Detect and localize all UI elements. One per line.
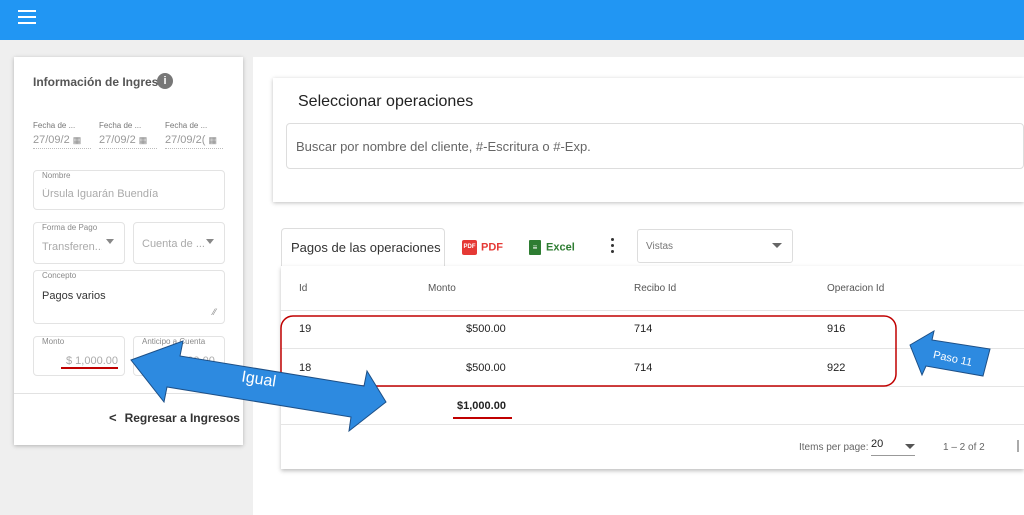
monto-field: Monto $ 1,000.00	[33, 336, 125, 376]
regresar-button[interactable]: < Regresar a Ingresos	[109, 410, 240, 425]
excel-label: Excel	[546, 241, 575, 254]
seleccionar-card: Seleccionar operaciones Buscar por nombr…	[273, 78, 1024, 202]
more-vert-icon[interactable]	[606, 238, 618, 256]
fecha-value: 27/09/2	[99, 134, 136, 146]
excel-icon: ≡	[529, 240, 541, 255]
ingreso-title: Información de Ingreso	[33, 75, 166, 89]
hamburger-menu-icon[interactable]	[18, 10, 36, 24]
row-divider	[281, 310, 1024, 311]
monto-label: Monto	[42, 337, 65, 346]
concepto-label: Concepto	[42, 271, 77, 280]
anticipo-value: 1,000.00	[172, 355, 215, 367]
monto-value: $ 1,000.00	[66, 355, 118, 367]
pdf-label: PDF	[481, 241, 503, 254]
column-header-recibo[interactable]: Recibo Id	[634, 283, 676, 294]
pdf-icon: PDF	[462, 240, 477, 255]
chevron-left-icon: <	[109, 410, 117, 425]
fecha-value: 27/09/2	[33, 134, 70, 146]
nombre-field[interactable]: Nombre Úrsula Iguarán Buendía	[33, 170, 225, 210]
dropdown-arrow-icon	[905, 444, 915, 449]
table-cell-operacion: 922	[827, 362, 846, 374]
regresar-label: Regresar a Ingresos	[124, 411, 240, 425]
fecha-field-1[interactable]: Fecha de ... 27/09/2 ▦	[33, 121, 91, 151]
divider	[14, 393, 243, 394]
fecha-field-3[interactable]: Fecha de ... 27/09/2( ▦	[165, 121, 223, 151]
table-cell-recibo: 714	[634, 323, 653, 335]
dropdown-arrow-icon	[772, 243, 782, 248]
row-divider	[281, 424, 1024, 425]
fecha-label: Fecha de ...	[165, 121, 208, 130]
first-page-icon[interactable]	[1017, 440, 1019, 452]
calendar-icon[interactable]: ▦	[139, 135, 148, 145]
concepto-field[interactable]: Concepto Pagos varios ⁄⁄	[33, 270, 225, 324]
forma-pago-label: Forma de Pago	[42, 223, 98, 232]
items-per-page-label: Items per page:	[799, 442, 869, 453]
fecha-label: Fecha de ...	[33, 121, 76, 130]
excel-button[interactable]: ≡ Excel	[529, 240, 575, 255]
table-cell-id: 18	[299, 362, 312, 374]
forma-pago-select[interactable]: Forma de Pago Transferen...	[33, 222, 125, 264]
search-input[interactable]: Buscar por nombre del cliente, #-Escritu…	[286, 123, 1024, 169]
seleccionar-title: Seleccionar operaciones	[298, 93, 474, 110]
vistas-select[interactable]: Vistas	[637, 229, 793, 263]
calendar-icon[interactable]: ▦	[73, 135, 82, 145]
nombre-value: Úrsula Iguarán Buendía	[42, 188, 159, 200]
pdf-button[interactable]: PDF PDF	[462, 240, 503, 255]
column-header-id[interactable]: Id	[299, 283, 307, 294]
row-divider	[281, 348, 1024, 349]
row-divider	[281, 386, 1024, 387]
pagos-table: Id Monto Recibo Id Operacion Id 19 $500.…	[281, 266, 1024, 469]
total-amount: $1,000.00	[457, 400, 506, 412]
concepto-value: Pagos varios	[42, 290, 106, 302]
forma-pago-value: Transferen...	[42, 241, 102, 253]
items-per-page-value: 20	[871, 438, 884, 450]
cuenta-value: Cuenta de ...	[142, 238, 205, 250]
search-placeholder: Buscar por nombre del cliente, #-Escritu…	[296, 139, 591, 154]
anticipo-label: Anticipo a Cuenta	[142, 337, 206, 346]
fecha-value: 27/09/2(	[165, 134, 206, 146]
table-cell-id: 19	[299, 323, 312, 335]
table-cell-monto: $500.00	[466, 323, 506, 335]
tab-pagos-operaciones[interactable]: Pagos de las operaciones	[281, 228, 445, 266]
dropdown-arrow-icon	[206, 239, 214, 244]
cuenta-select[interactable]: Cuenta de ...	[133, 222, 225, 264]
fecha-field-2[interactable]: Fecha de ... 27/09/2 ▦	[99, 121, 157, 151]
table-cell-monto: $500.00	[466, 362, 506, 374]
calendar-icon[interactable]: ▦	[208, 135, 217, 145]
table-cell-recibo: 714	[634, 362, 653, 374]
table-cell-operacion: 916	[827, 323, 846, 335]
items-per-page-select[interactable]: 20	[871, 438, 915, 456]
resize-handle-icon[interactable]: ⁄⁄	[213, 307, 216, 317]
nombre-label: Nombre	[42, 171, 71, 180]
column-header-monto[interactable]: Monto	[428, 283, 456, 294]
info-icon[interactable]: i	[157, 73, 173, 89]
ingreso-info-card: Información de Ingreso i Fecha de ... 27…	[14, 57, 243, 445]
dropdown-arrow-icon	[106, 239, 114, 244]
page-range-label: 1 – 2 of 2	[943, 442, 985, 453]
anticipo-field: Anticipo a Cuenta 1,000.00	[133, 336, 225, 376]
vistas-placeholder: Vistas	[646, 241, 674, 252]
column-header-operacion[interactable]: Operacion Id	[827, 283, 884, 294]
top-app-bar	[0, 0, 1024, 40]
fecha-label: Fecha de ...	[99, 121, 142, 130]
